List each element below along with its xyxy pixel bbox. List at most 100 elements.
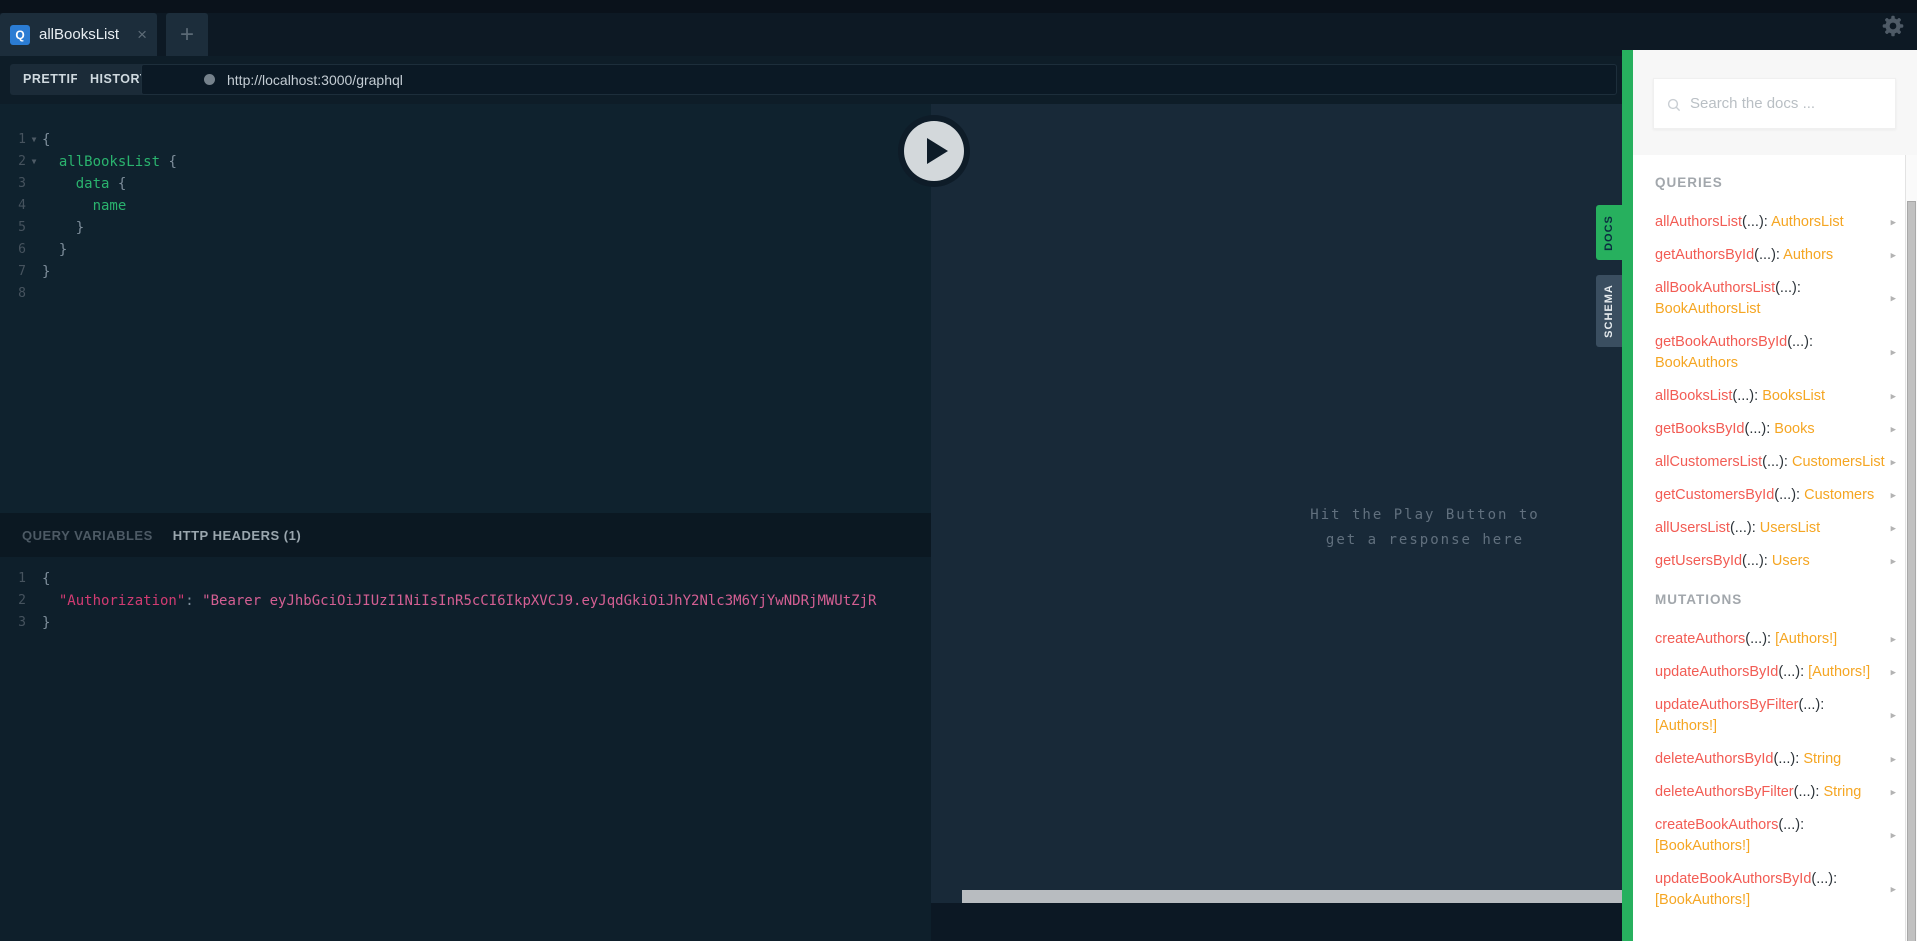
doc-item-deleteAuthorsByFilter[interactable]: deleteAuthorsByFilter(...): String ▶ [1655, 782, 1897, 803]
doc-item-createBookAuthors[interactable]: createBookAuthors(...): [BookAuthors!] ▶ [1655, 815, 1897, 857]
field-name: allAuthorsList [1655, 214, 1743, 230]
line-number: 7 [18, 264, 26, 279]
code-line-4[interactable]: 4 name [0, 195, 931, 217]
code-line-3[interactable]: 3 data { [0, 173, 931, 195]
settings-gear-icon[interactable] [1880, 13, 1906, 39]
doc-item-getBookAuthorsById[interactable]: getBookAuthorsById(...): BookAuthors ▶ [1655, 332, 1897, 374]
tab-schema[interactable]: SCHEMA [1596, 275, 1622, 347]
response-placeholder-line1: Hit the Play Button to [1310, 507, 1540, 523]
code-line-1[interactable]: 1{ [0, 568, 931, 590]
code-line-2[interactable]: 2 "Authorization": "Bearer eyJhbGciOiJIU… [0, 590, 931, 612]
field-colon: : [1751, 520, 1760, 536]
code-text: { [42, 571, 51, 587]
doc-item-allCustomersList[interactable]: allCustomersList(...): CustomersList ▶ [1655, 452, 1897, 473]
search-icon [1666, 97, 1682, 118]
line-number: 2 [18, 593, 26, 608]
line-number: 1 [18, 132, 26, 147]
fold-arrow-icon[interactable]: ▼ [26, 129, 42, 151]
doc-item-allUsersList[interactable]: allUsersList(...): UsersList ▶ [1655, 518, 1897, 539]
field-type: [BookAuthors!] [1655, 892, 1751, 908]
tab-allbookslist[interactable]: Q allBooksList × [0, 13, 157, 56]
field-name: getBookAuthorsById [1655, 334, 1788, 350]
tab-docs[interactable]: DOCS [1596, 205, 1622, 260]
code-line-3[interactable]: 3} [0, 612, 931, 634]
doc-item-createAuthors[interactable]: createAuthors(...): [Authors!] ▶ [1655, 629, 1897, 650]
code-line-6[interactable]: 6 } [0, 239, 931, 261]
query-badge-icon: Q [10, 24, 30, 45]
tab-docs-label: DOCS [1603, 214, 1615, 251]
docs-scrollbar-thumb[interactable] [1907, 201, 1916, 941]
field-colon: : [1808, 334, 1813, 350]
field-colon: : [1754, 388, 1763, 404]
tab-http-headers[interactable]: HTTP HEADERS (1) [173, 528, 301, 543]
field-args: (...) [1811, 871, 1834, 887]
tab-query-variables[interactable]: QUERY VARIABLES [22, 528, 153, 543]
doc-item-updateAuthorsByFilter[interactable]: updateAuthorsByFilter(...): [Authors!] ▶ [1655, 695, 1897, 737]
doc-item-allBooksList[interactable]: allBooksList(...): BooksList ▶ [1655, 386, 1897, 407]
doc-item-updateBookAuthorsById[interactable]: updateBookAuthorsById(...): [BookAuthors… [1655, 869, 1897, 911]
docs-search-input[interactable] [1690, 79, 1890, 128]
http-headers-editor-pane[interactable]: 1{2 "Authorization": "Bearer eyJhbGciOiJ… [0, 557, 931, 941]
docs-list: QUERIES allAuthorsList(...): AuthorsList ▶… [1633, 155, 1917, 941]
horizontal-scrollbar[interactable] [962, 890, 1622, 903]
line-number: 3 [18, 176, 26, 191]
field-type: AuthorsList [1771, 214, 1844, 230]
fold-arrow-icon[interactable]: ▼ [26, 151, 42, 173]
expand-arrow-icon: ▶ [1890, 294, 1896, 303]
field-colon: : [1820, 697, 1825, 713]
close-tab-icon[interactable]: × [137, 26, 147, 43]
docs-search-area [1633, 50, 1917, 155]
code-line-1[interactable]: 1 ▼{ [0, 129, 931, 151]
code-line-7[interactable]: 7} [0, 261, 931, 283]
field-type: [BookAuthors!] [1655, 838, 1751, 854]
play-icon [927, 138, 948, 164]
variables-headers-bar: QUERY VARIABLES HTTP HEADERS (1) [0, 513, 931, 557]
headers-code: 1{2 "Authorization": "Bearer eyJhbGciOiJ… [0, 568, 931, 634]
field-type: BooksList [1762, 388, 1826, 404]
field-name: getUsersById [1655, 553, 1743, 569]
docs-scrollbar-track[interactable] [1905, 155, 1917, 941]
field-colon: : [1800, 817, 1805, 833]
line-number: 8 [18, 286, 26, 301]
field-colon: : [1763, 553, 1772, 569]
line-number: 2 [18, 154, 26, 169]
code-line-5[interactable]: 5 } [0, 217, 931, 239]
docs-search-box [1653, 78, 1896, 129]
doc-item-deleteAuthorsById[interactable]: deleteAuthorsById(...): String ▶ [1655, 749, 1897, 770]
field-type: String [1823, 784, 1862, 800]
field-type: String [1803, 751, 1842, 767]
doc-item-getBooksById[interactable]: getBooksById(...): Books ▶ [1655, 419, 1897, 440]
expand-arrow-icon: ▶ [1890, 251, 1896, 259]
doc-item-allAuthorsList[interactable]: allAuthorsList(...): AuthorsList ▶ [1655, 212, 1897, 233]
code-text: data { [75, 176, 127, 192]
execute-play-button[interactable] [898, 115, 970, 187]
field-args: (...) [1793, 784, 1816, 800]
response-pane: Hit the Play Button to get a response he… [931, 104, 1622, 941]
code-line-2[interactable]: 2 ▼ allBooksList { [0, 151, 931, 173]
field-name: getCustomersById [1655, 487, 1775, 503]
new-tab-button[interactable]: + [166, 13, 208, 56]
field-name: getBooksById [1655, 421, 1745, 437]
response-placeholder-text: Hit the Play Button to get a response he… [1225, 503, 1625, 553]
doc-item-allBookAuthorsList[interactable]: allBookAuthorsList(...): BookAuthorsList… [1655, 278, 1897, 320]
doc-item-getUsersById[interactable]: getUsersById(...): Users ▶ [1655, 551, 1897, 572]
expand-arrow-icon: ▶ [1890, 392, 1896, 400]
code-text: name [92, 198, 127, 214]
code-line-8[interactable]: 8 [0, 283, 931, 305]
line-number: 6 [18, 242, 26, 257]
tab-schema-label: SCHEMA [1603, 284, 1616, 338]
doc-item-getCustomersById[interactable]: getCustomersById(...): Customers ▶ [1655, 485, 1897, 506]
response-bottom-strip [931, 903, 1622, 941]
endpoint-url-input[interactable] [227, 71, 1527, 88]
query-editor-pane[interactable]: 1 ▼{2 ▼ allBooksList {3 data {4 name 5 } 6 }… [0, 104, 931, 513]
docs-divider-bar[interactable] [1622, 50, 1633, 941]
field-colon: : [1796, 487, 1805, 503]
doc-item-updateAuthorsById[interactable]: updateAuthorsById(...): [Authors!] ▶ [1655, 662, 1897, 683]
doc-item-getAuthorsById[interactable]: getAuthorsById(...): Authors ▶ [1655, 245, 1897, 266]
field-name: getAuthorsById [1655, 247, 1755, 263]
field-args: (...) [1774, 487, 1797, 503]
field-colon: : [1767, 631, 1776, 647]
